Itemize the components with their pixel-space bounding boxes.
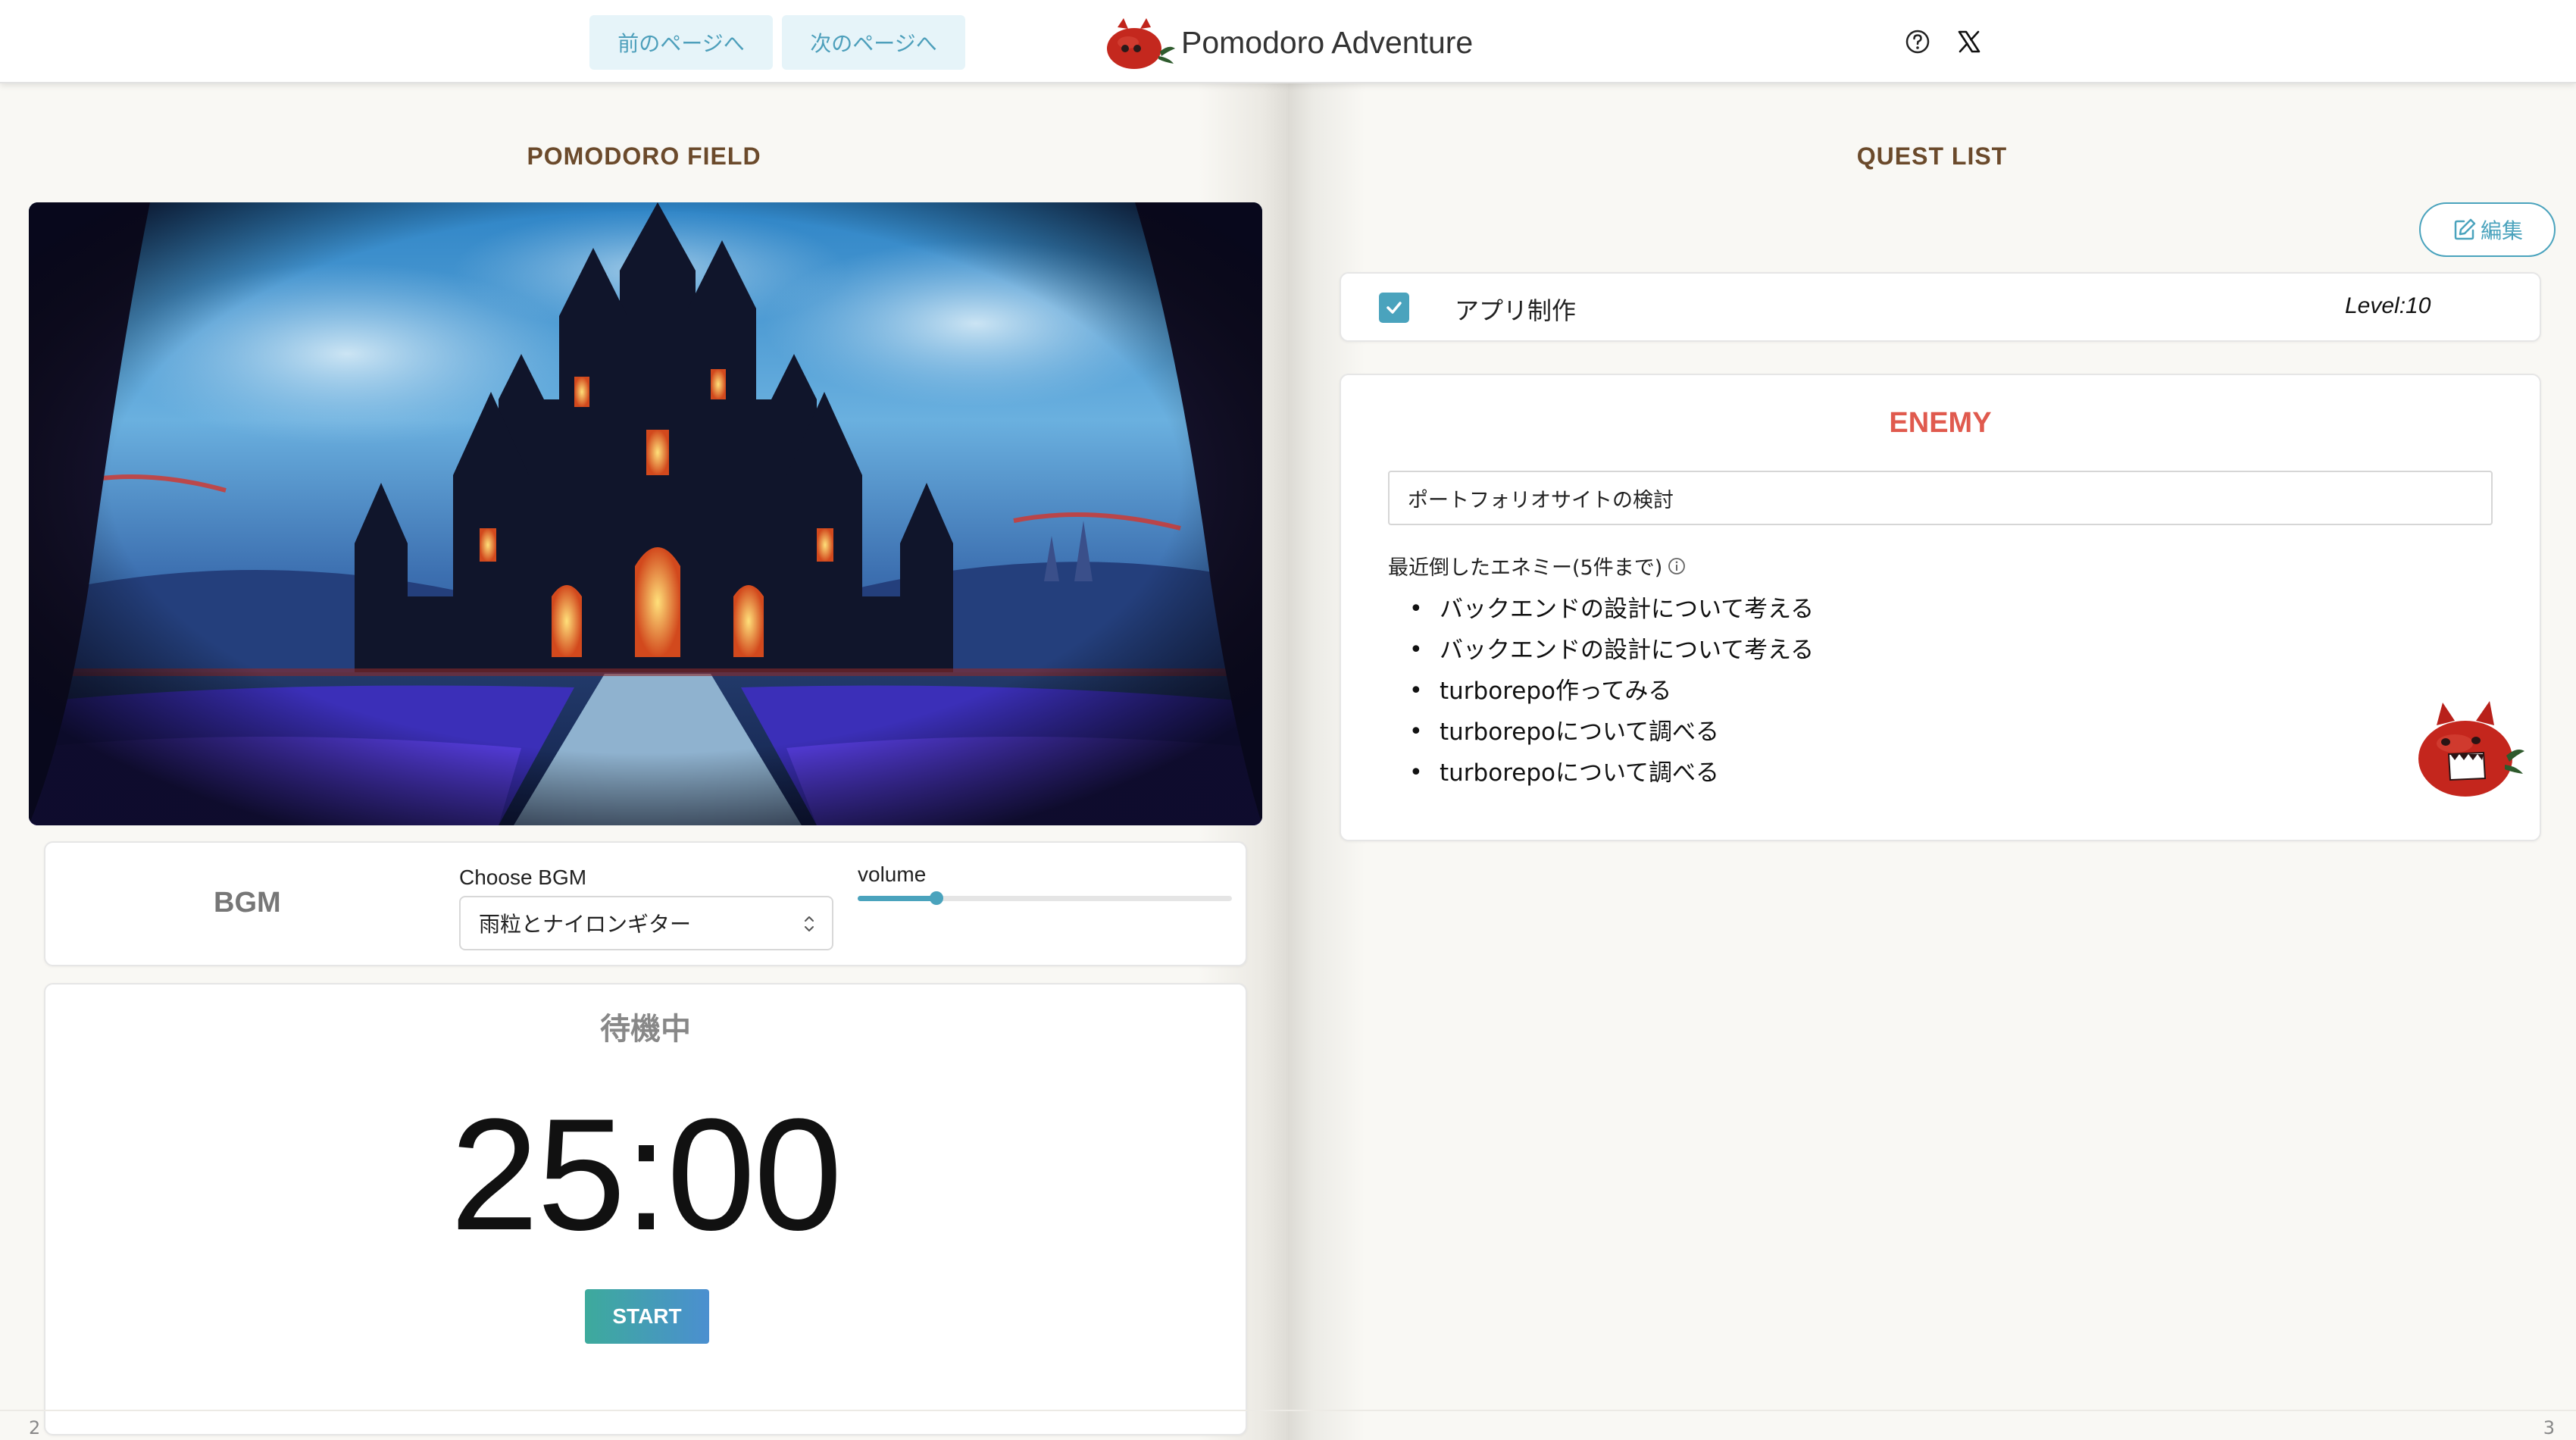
brand[interactable]: Pomodoro Adventure: [1095, 14, 1473, 71]
checkmark-icon: [1386, 302, 1402, 314]
app-header: 前のページへ 次のページへ Pomodoro Adventure: [0, 0, 2576, 83]
volume-label: volume: [858, 862, 927, 886]
page-footer-line: [1288, 1410, 2576, 1411]
quest-checkbox[interactable]: [1379, 293, 1409, 323]
quest-name: アプリ制作: [1455, 296, 1577, 325]
app-title: Pomodoro Adventure: [1181, 24, 1474, 60]
info-icon[interactable]: [1667, 556, 1687, 576]
quest-item[interactable]: アプリ制作 Level:10: [1340, 272, 2541, 342]
recent-enemy-item: turborepoについて調べる: [1388, 753, 1814, 794]
page-footer-line: [0, 1410, 1288, 1411]
quest-level: Level:10: [2345, 293, 2431, 318]
x-logo-icon[interactable]: [1956, 29, 1982, 55]
choose-bgm-label: Choose BGM: [459, 866, 587, 889]
left-page: POMODORO FIELD BGM Choose BGM 雨粒とナイロンギター…: [0, 83, 1288, 1440]
next-page-button[interactable]: 次のページへ: [782, 15, 965, 70]
pomodoro-field-title: POMODORO FIELD: [527, 142, 761, 170]
recent-enemy-item: turborepo作ってみる: [1388, 671, 1814, 712]
start-button[interactable]: START: [585, 1289, 709, 1344]
recent-enemy-item: バックエンドの設計について考える: [1388, 589, 1814, 630]
volume-slider-fill: [858, 896, 936, 901]
volume-slider-thumb[interactable]: [929, 891, 943, 905]
bgm-selected-value: 雨粒とナイロンギター: [479, 912, 692, 937]
timer-display: 25:00: [450, 1085, 843, 1263]
help-icon[interactable]: [1905, 29, 1930, 55]
tomato-monster-enemy-icon: [2418, 701, 2524, 797]
bgm-card: BGM Choose BGM 雨粒とナイロンギター volume: [44, 841, 1247, 966]
current-enemy-field[interactable]: ポートフォリオサイトの検討: [1388, 471, 2493, 525]
enemy-card: ENEMY ポートフォリオサイトの検討 最近倒したエネミー(5件まで) バックエ…: [1340, 374, 2541, 841]
edit-button[interactable]: 編集: [2419, 202, 2556, 257]
right-page: QUEST LIST 編集 アプリ制作 Level:10 ENEMY ポートフォ…: [1288, 83, 2576, 1440]
volume-slider[interactable]: [858, 891, 1232, 905]
recent-enemies-list: バックエンドの設計について考える バックエンドの設計について考える turbor…: [1388, 589, 1814, 794]
bgm-label: BGM: [214, 887, 281, 919]
recent-enemies-label: 最近倒したエネミー(5件まで): [1388, 551, 1687, 581]
page-number: 3: [2543, 1417, 2555, 1438]
prev-page-button[interactable]: 前のページへ: [589, 15, 773, 70]
quest-list-title: QUEST LIST: [1856, 142, 2008, 170]
bgm-select[interactable]: 雨粒とナイロンギター: [459, 896, 833, 950]
edit-icon: [2454, 218, 2476, 240]
chevron-up-down-icon: [805, 916, 814, 931]
recent-enemy-item: バックエンドの設計について考える: [1388, 630, 1814, 671]
timer-card: 待機中 25:00 START: [44, 983, 1247, 1435]
field-castle-image: [29, 202, 1262, 825]
page-number: 2: [29, 1417, 41, 1438]
recent-enemy-item: turborepoについて調べる: [1388, 712, 1814, 753]
edit-button-label: 編集: [2480, 219, 2523, 243]
recent-enemies-label-text: 最近倒したエネミー(5件まで): [1388, 556, 1663, 580]
enemy-title: ENEMY: [1889, 407, 1992, 439]
timer-status: 待機中: [600, 1012, 691, 1047]
tomato-monster-logo-icon: [1107, 18, 1175, 69]
